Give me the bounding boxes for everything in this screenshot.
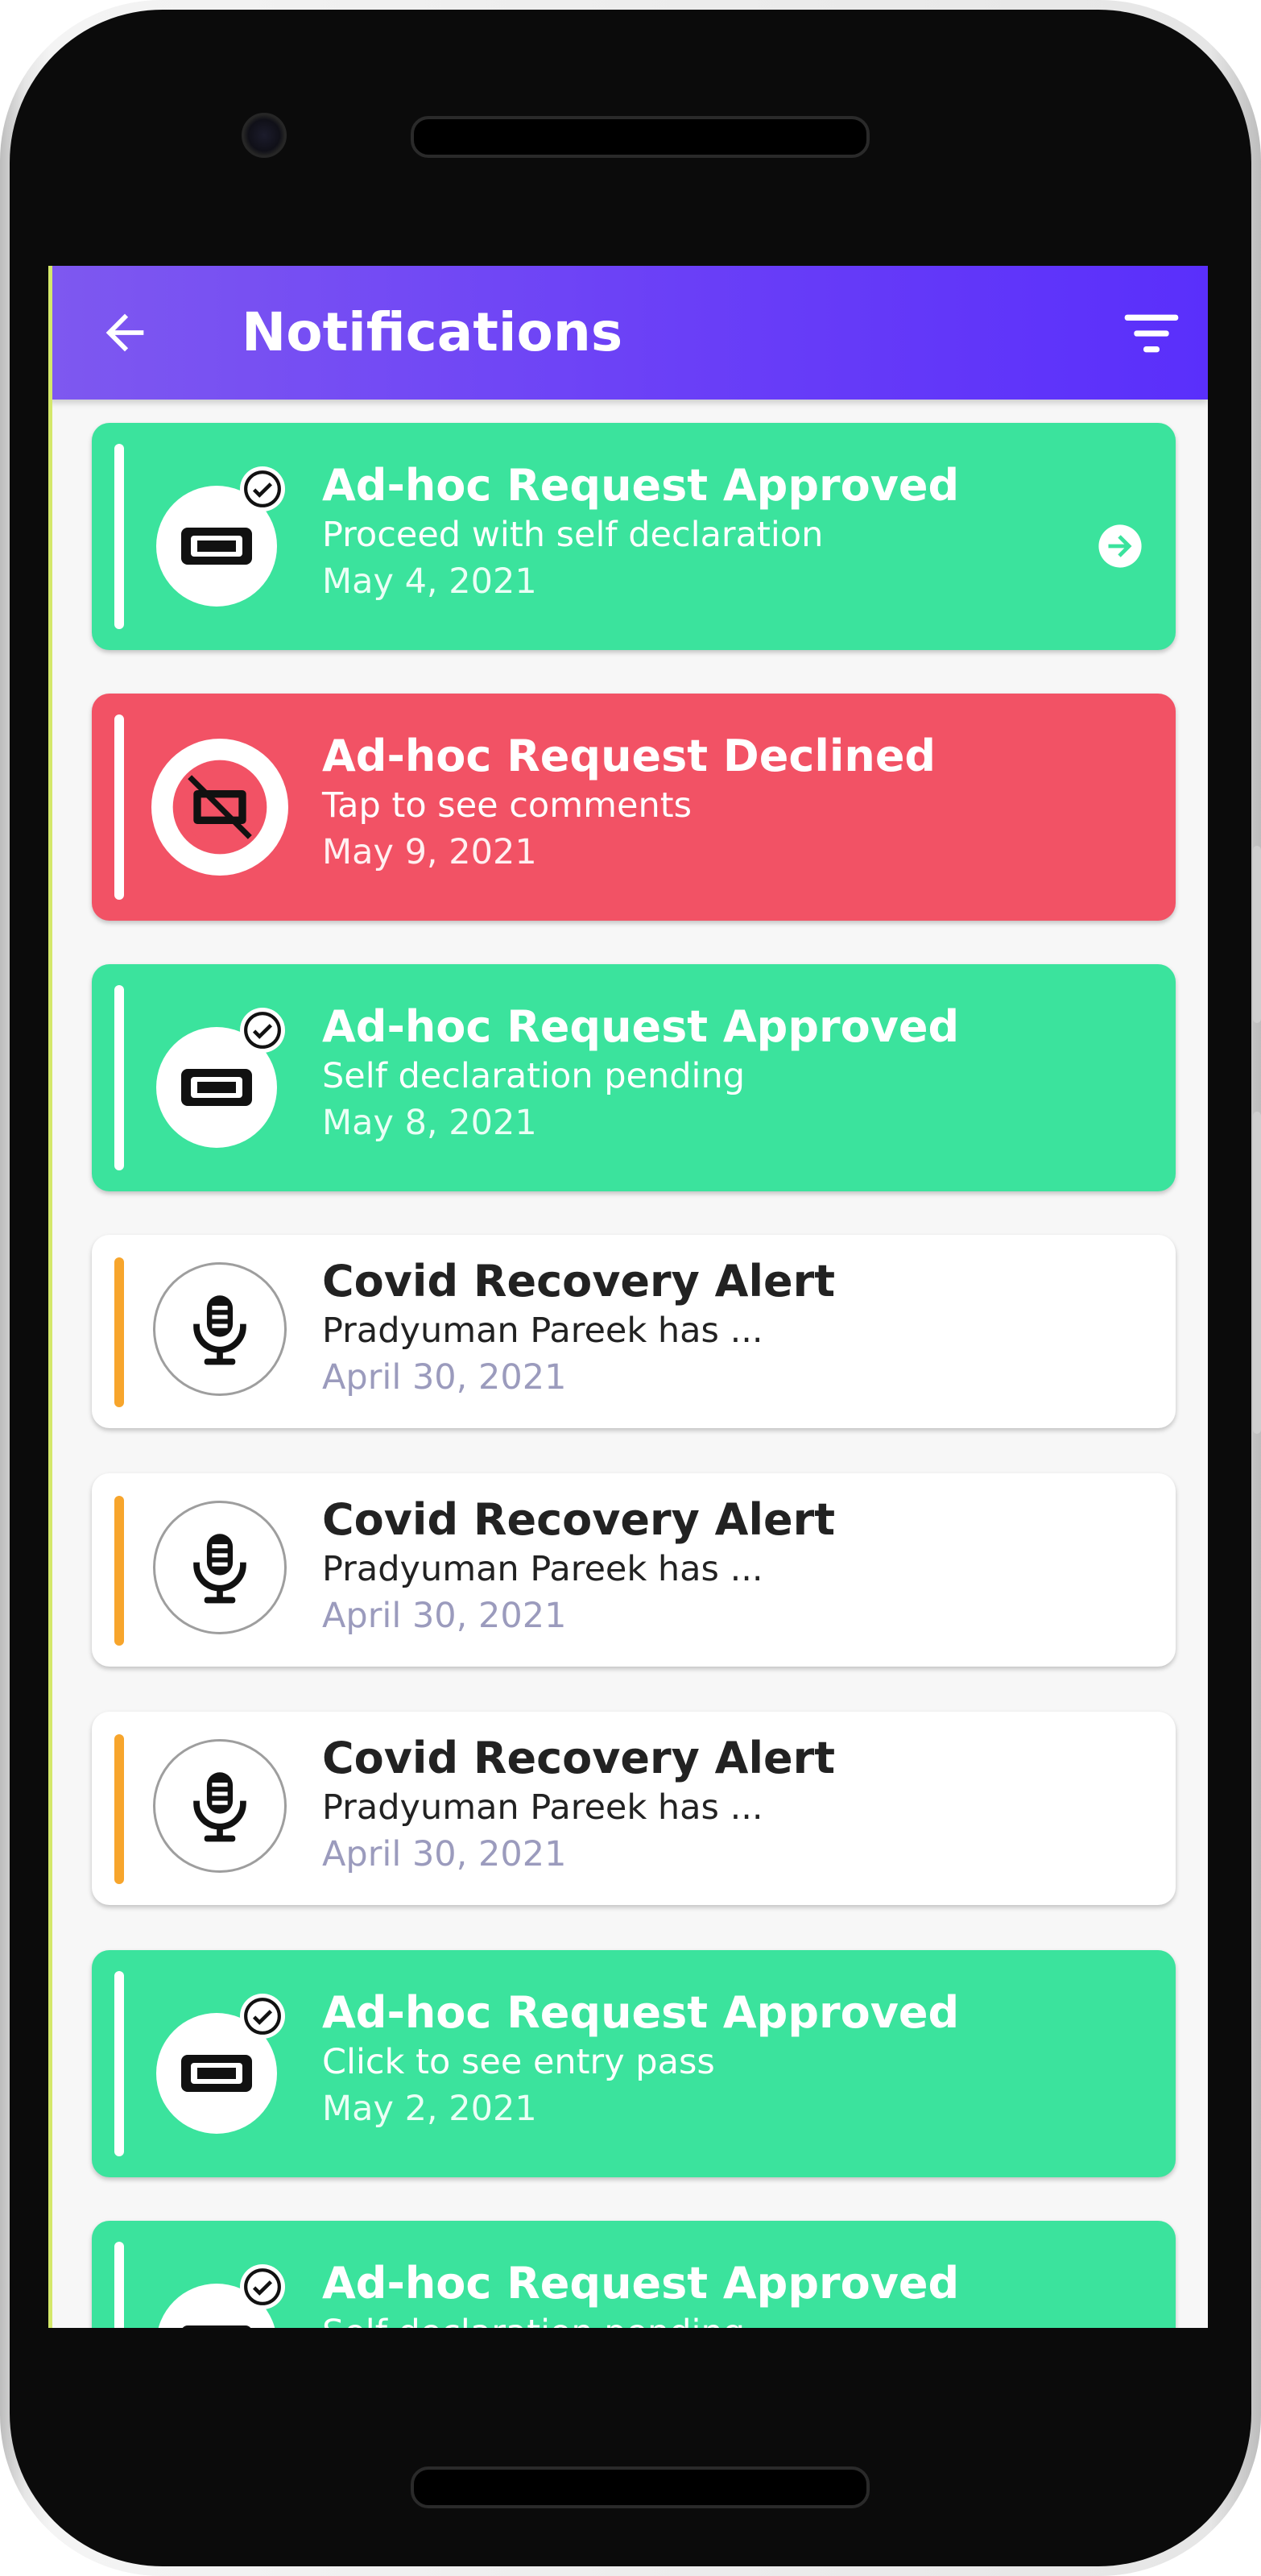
card-text: Ad-hoc Request Declined Tap to see comme… — [322, 731, 936, 876]
notification-subtitle: Proceed with self declaration — [322, 515, 824, 555]
notification-date: May 4, 2021 — [322, 561, 537, 602]
check-badge-icon — [240, 2264, 285, 2309]
card-text: Ad-hoc Request Approved Click to see ent… — [322, 1987, 959, 2132]
notification-card[interactable]: Ad-hoc Request Declined Tap to see comme… — [92, 694, 1176, 921]
notification-subtitle: Self declaration pending — [322, 2309, 959, 2328]
notification-card[interactable]: Covid Recovery Alert Pradyuman Pareek ha… — [92, 1473, 1176, 1667]
card-stripe — [114, 2242, 124, 2328]
notification-card[interactable]: Covid Recovery Alert Pradyuman Pareek ha… — [92, 1235, 1176, 1428]
card-stripe — [114, 985, 124, 1170]
notification-title: Ad-hoc Request Approved — [322, 2258, 960, 2309]
notification-subtitle: Click to see entry pass — [322, 2042, 715, 2082]
notification-list: Ad-hoc Request Approved Proceed with sel… — [92, 423, 1176, 2328]
microphone-icon — [153, 1262, 287, 1396]
notification-card[interactable]: Ad-hoc Request Approved Self declaration… — [92, 2221, 1176, 2328]
card-stripe — [114, 1971, 124, 2156]
power-button — [1253, 1112, 1261, 1434]
notification-date: April 30, 2021 — [322, 1357, 567, 1398]
check-badge-icon — [240, 1994, 285, 2039]
check-badge-icon — [240, 1008, 285, 1053]
card-stripe — [114, 1734, 124, 1884]
notification-date: May 8, 2021 — [322, 1103, 537, 1143]
microphone-icon — [153, 1739, 287, 1873]
notification-card[interactable]: Ad-hoc Request Approved Proceed with sel… — [92, 423, 1176, 650]
notification-date: May 2, 2021 — [322, 2089, 537, 2129]
check-badge-icon — [240, 466, 285, 511]
notification-subtitle: Self declaration pending — [322, 1056, 746, 1096]
top-speaker — [411, 116, 870, 158]
notification-card[interactable]: Covid Recovery Alert Pradyuman Pareek ha… — [92, 1712, 1176, 1905]
notification-date: May 9, 2021 — [322, 832, 537, 872]
card-stripe — [114, 714, 124, 900]
card-text: Covid Recovery Alert Pradyuman Pareek ha… — [322, 1256, 835, 1401]
bottom-speaker — [411, 2466, 870, 2508]
microphone-icon — [153, 1501, 287, 1634]
notification-card[interactable]: Ad-hoc Request Approved Click to see ent… — [92, 1950, 1176, 2177]
volume-button — [1253, 846, 1261, 1023]
screen: Notifications Ad-hoc Request Approved Pr… — [48, 266, 1208, 2328]
card-text: Covid Recovery Alert Pradyuman Pareek ha… — [322, 1494, 835, 1639]
notification-title: Covid Recovery Alert — [322, 1494, 836, 1545]
card-text: Ad-hoc Request Approved Self declaration… — [322, 1001, 959, 1146]
notification-title: Ad-hoc Request Approved — [322, 1001, 960, 1052]
card-stripe — [114, 1257, 124, 1407]
notification-subtitle: Pradyuman Pareek has ... — [322, 1311, 763, 1351]
card-stripe — [114, 1496, 124, 1646]
notification-date: April 30, 2021 — [322, 1596, 567, 1636]
ticket-blocked-icon — [151, 739, 288, 876]
notification-title: Covid Recovery Alert — [322, 1733, 836, 1783]
app-bar: Notifications — [48, 266, 1208, 400]
notification-title: Ad-hoc Request Declined — [322, 731, 936, 781]
card-text: Ad-hoc Request Approved Self declaration… — [322, 2258, 959, 2328]
notification-subtitle: Tap to see comments — [322, 785, 692, 826]
arrow-right-circle-icon[interactable] — [1097, 523, 1143, 569]
arrow-left-icon[interactable] — [97, 304, 153, 361]
notification-title: Ad-hoc Request Approved — [322, 460, 960, 511]
notification-date: April 30, 2021 — [322, 1834, 567, 1874]
card-stripe — [114, 444, 124, 629]
notification-title: Covid Recovery Alert — [322, 1256, 836, 1307]
card-text: Ad-hoc Request Approved Proceed with sel… — [322, 460, 959, 605]
page-title: Notifications — [242, 301, 623, 363]
notification-subtitle: Pradyuman Pareek has ... — [322, 1787, 763, 1828]
front-camera — [242, 113, 287, 158]
filter-icon[interactable] — [1119, 301, 1184, 366]
notification-subtitle: Pradyuman Pareek has ... — [322, 1549, 763, 1589]
card-text: Covid Recovery Alert Pradyuman Pareek ha… — [322, 1733, 835, 1878]
notification-card[interactable]: Ad-hoc Request Approved Self declaration… — [92, 964, 1176, 1191]
screen-edge — [48, 266, 52, 2328]
notification-title: Ad-hoc Request Approved — [322, 1987, 960, 2038]
